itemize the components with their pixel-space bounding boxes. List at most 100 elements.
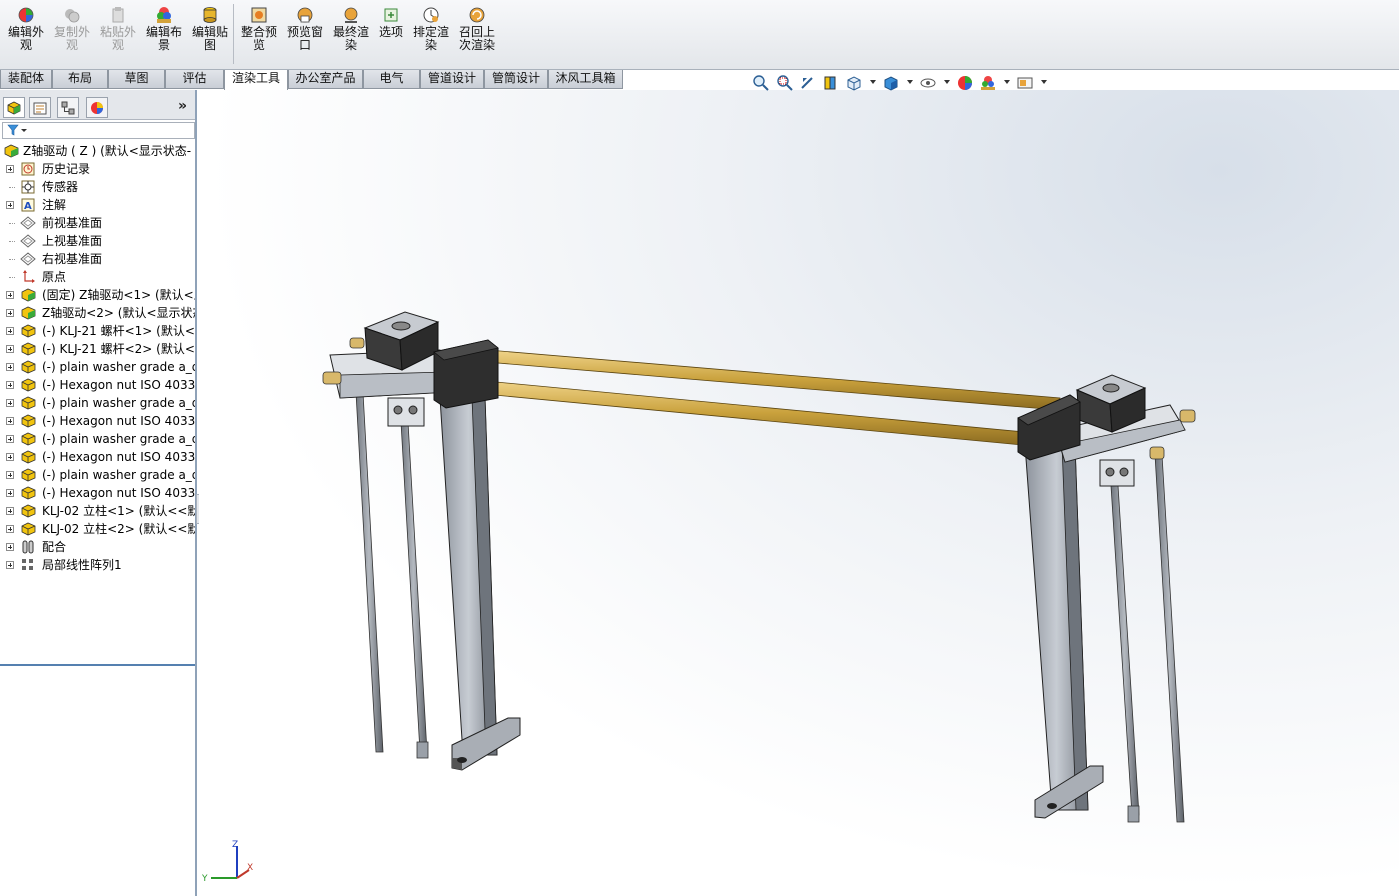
tab-sketch[interactable]: 草图 <box>108 70 165 89</box>
hide-show-items-icon[interactable] <box>919 74 937 92</box>
tree-item[interactable]: (-) Hexagon nut ISO 4033 <box>0 376 195 394</box>
view-settings-dropdown[interactable] <box>1041 80 1047 84</box>
tree-item[interactable]: Z轴驱动<2> (默认<显示状态 <box>0 304 195 322</box>
tree-item-label: 前视基准面 <box>42 216 103 230</box>
expand-toggle[interactable] <box>6 525 14 533</box>
part-icon <box>20 413 37 429</box>
tab-mufeng-toolbox[interactable]: 沐风工具箱 <box>548 70 623 89</box>
display-style-dropdown[interactable] <box>907 80 913 84</box>
tab-display-manager[interactable] <box>86 97 108 118</box>
display-style-icon[interactable] <box>882 74 900 92</box>
tab-configuration-manager[interactable] <box>57 97 79 118</box>
tree-item[interactable]: (固定) Z轴驱动<1> (默认<显 <box>0 286 195 304</box>
tree-item[interactable]: KLJ-02 立柱<2> (默认<<默 <box>0 520 195 538</box>
tree-item[interactable]: (-) plain washer grade a_d <box>0 358 195 376</box>
panel-expand-button[interactable]: » <box>178 98 187 114</box>
edit-appearance-button[interactable]: 编辑外 观 <box>4 6 48 66</box>
hide-show-dropdown[interactable] <box>944 80 950 84</box>
view-settings-icon[interactable] <box>1016 74 1034 92</box>
tab-electrical[interactable]: 电气 <box>363 70 420 89</box>
tab-piping[interactable]: 管道设计 <box>420 70 484 89</box>
section-view-icon[interactable] <box>822 74 840 92</box>
tree-item[interactable]: (-) Hexagon nut ISO 4033 <box>0 448 195 466</box>
tree-root-assembly[interactable]: Z轴驱动 ( Z ) (默认<显示状态- <box>0 142 195 160</box>
previous-view-icon[interactable] <box>799 74 817 92</box>
edit-scene-button[interactable]: 编辑布 景 <box>142 6 186 66</box>
tree-item[interactable]: 局部线性阵列1 <box>0 556 195 574</box>
integrated-preview-button[interactable]: 整合预 览 <box>237 6 281 66</box>
expand-toggle[interactable] <box>6 543 14 551</box>
expand-toggle[interactable] <box>6 381 14 389</box>
options-button[interactable]: 选项 <box>369 6 413 66</box>
tab-assembly[interactable]: 装配体 <box>0 70 52 89</box>
right-lead-screw-2[interactable] <box>1154 454 1185 823</box>
edit-decal-button[interactable]: 编辑贴 图 <box>188 6 232 66</box>
view-orientation-icon[interactable] <box>845 74 863 92</box>
expand-toggle[interactable] <box>6 327 14 335</box>
tree-item[interactable]: 传感器 <box>0 178 195 196</box>
expand-toggle[interactable] <box>6 561 14 569</box>
expand-toggle[interactable] <box>6 417 14 425</box>
tree-item[interactable]: 配合 <box>0 538 195 556</box>
final-render-button[interactable]: 最终渲 染 <box>329 6 373 66</box>
copy-appearance-button[interactable]: 复制外 观 <box>50 6 94 66</box>
schedule-render-button[interactable]: 排定渲 染 <box>409 6 453 66</box>
tree-item[interactable]: 历史记录 <box>0 160 195 178</box>
expand-toggle[interactable] <box>6 453 14 461</box>
triad-y-label: Y <box>201 874 208 884</box>
tab-render-tools[interactable]: 渲染工具 <box>224 70 288 90</box>
apply-scene-dropdown[interactable] <box>1004 80 1010 84</box>
recall-render-button[interactable]: 召回上 次渲染 <box>455 6 499 66</box>
paste-appearance-button[interactable]: 粘贴外 观 <box>96 6 140 66</box>
part-icon <box>20 521 37 537</box>
expand-toggle[interactable] <box>6 201 14 209</box>
zoom-to-fit-icon[interactable] <box>752 74 770 92</box>
tab-evaluate[interactable]: 评估 <box>165 70 224 89</box>
left-lead-screw-1[interactable] <box>354 374 384 753</box>
tab-layout[interactable]: 布局 <box>52 70 108 89</box>
tree-item[interactable]: 右视基准面 <box>0 250 195 268</box>
tree-item[interactable]: 前视基准面 <box>0 214 195 232</box>
left-bearing-block[interactable] <box>433 339 499 409</box>
tree-item[interactable]: (-) plain washer grade a_d <box>0 394 195 412</box>
right-lead-screw-1[interactable] <box>1109 469 1140 823</box>
left-column-klj02[interactable] <box>439 397 521 771</box>
expand-toggle[interactable] <box>6 291 14 299</box>
preview-window-button[interactable]: 预览窗 口 <box>283 6 327 66</box>
tree-item[interactable]: A 注解 <box>0 196 195 214</box>
tree-item[interactable]: KLJ-02 立柱<1> (默认<<默 <box>0 502 195 520</box>
edit-appearance-view-icon[interactable] <box>956 74 974 92</box>
tab-property-manager[interactable] <box>29 97 51 118</box>
tab-feature-tree[interactable] <box>3 97 25 118</box>
view-orientation-dropdown[interactable] <box>870 80 876 84</box>
tree-item[interactable]: (-) plain washer grade a_d <box>0 430 195 448</box>
expand-toggle[interactable] <box>6 399 14 407</box>
tree-item[interactable]: (-) Hexagon nut ISO 4033 <box>0 484 195 502</box>
expand-toggle[interactable] <box>6 363 14 371</box>
tree-item[interactable]: (-) KLJ-21 螺杆<1> (默认<< <box>0 322 195 340</box>
tab-office-products[interactable]: 办公室产品 <box>288 70 363 89</box>
tree-item[interactable]: (-) Hexagon nut ISO 4033 <box>0 412 195 430</box>
tree-item[interactable]: (-) KLJ-21 螺杆<2> (默认<< <box>0 340 195 358</box>
expand-toggle[interactable] <box>6 435 14 443</box>
expand-toggle[interactable] <box>6 489 14 497</box>
tree-rollback-bar[interactable] <box>0 664 195 666</box>
expand-toggle[interactable] <box>6 345 14 353</box>
apply-scene-icon[interactable] <box>979 74 997 92</box>
expand-toggle[interactable] <box>6 309 14 317</box>
tab-tubing[interactable]: 管筒设计 <box>484 70 548 89</box>
button-label: 图 <box>203 38 216 52</box>
expand-toggle[interactable] <box>6 507 14 515</box>
tree-filter-input[interactable] <box>2 122 195 139</box>
expand-toggle[interactable] <box>6 471 14 479</box>
tree-item[interactable]: 上视基准面 <box>0 232 195 250</box>
right-column-klj02[interactable] <box>1024 444 1104 819</box>
tree-item[interactable]: (-) plain washer grade a_d <box>0 466 195 484</box>
zoom-to-area-icon[interactable] <box>776 74 794 92</box>
tree-item-label: (-) plain washer grade a_d <box>42 360 195 374</box>
plane-icon <box>20 215 37 231</box>
expand-toggle[interactable] <box>6 165 14 173</box>
tree-item[interactable]: 原点 <box>0 268 195 286</box>
graphics-viewport[interactable]: Z Y X <box>199 90 1399 896</box>
left-lead-screw-2[interactable] <box>399 404 429 759</box>
